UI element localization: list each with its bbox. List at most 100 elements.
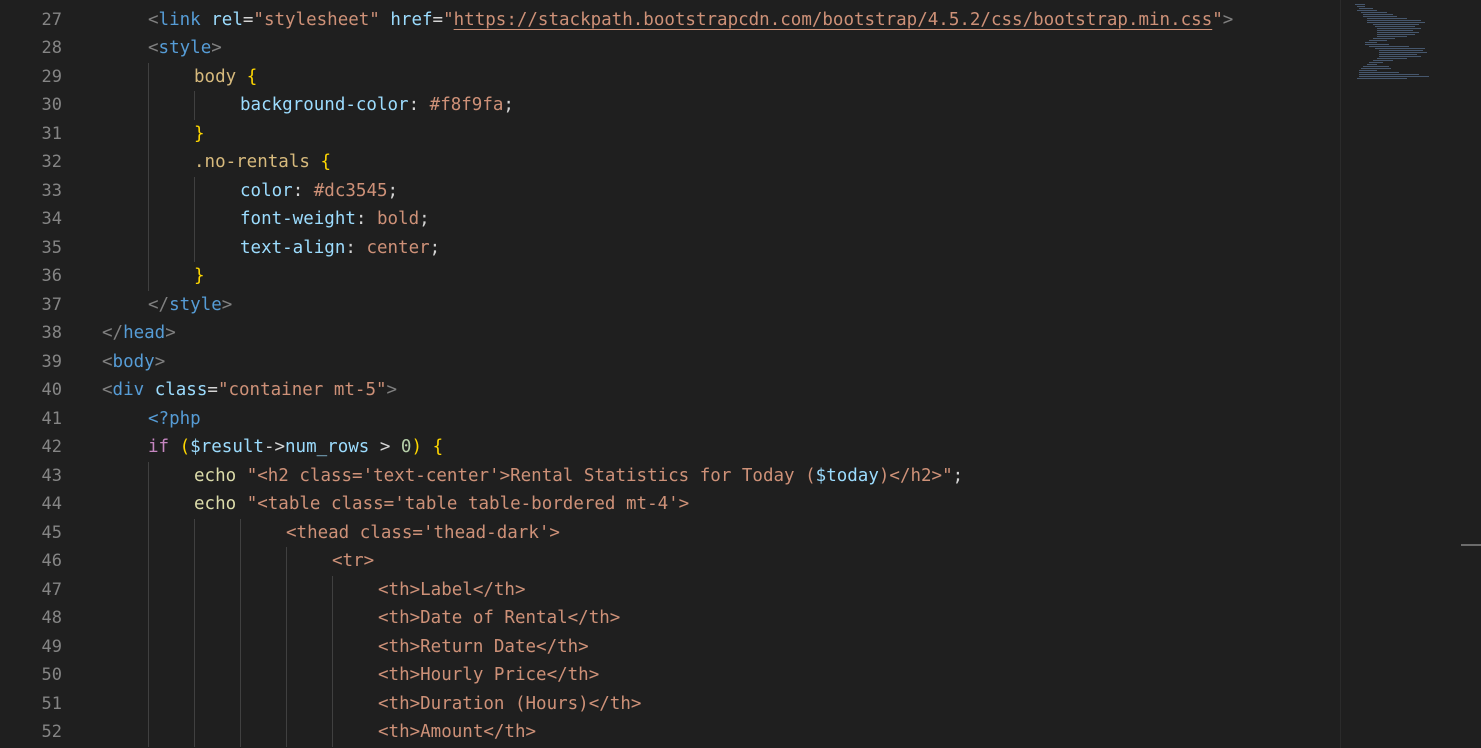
code-text[interactable]: <th>Return Date</th> bbox=[378, 633, 589, 662]
code-text[interactable]: <th>Date of Rental</th> bbox=[378, 604, 620, 633]
scrollbar-thumb[interactable] bbox=[1461, 544, 1481, 546]
code-text[interactable]: <thead class='thead-dark'> bbox=[286, 519, 560, 548]
minimap-line bbox=[1377, 32, 1419, 33]
minimap-line bbox=[1357, 78, 1407, 79]
code-text[interactable]: <th>Amount</th> bbox=[378, 718, 536, 747]
code-line[interactable]: 31} bbox=[0, 119, 1340, 149]
minimap-line bbox=[1375, 48, 1425, 49]
code-text[interactable]: <style> bbox=[148, 34, 222, 63]
line-number: 32 bbox=[41, 152, 62, 172]
indent-guide bbox=[148, 604, 149, 633]
code-line[interactable]: 35 text-align: center; bbox=[0, 233, 1340, 263]
indent-guide bbox=[148, 689, 149, 718]
code-token: ; bbox=[387, 180, 399, 201]
code-line[interactable]: 38 </head> bbox=[0, 319, 1340, 348]
code-line[interactable]: 49 <th>Return Date</th> bbox=[0, 632, 1340, 662]
code-text[interactable]: <th>Hourly Price</th> bbox=[378, 661, 599, 690]
indent-guide bbox=[286, 575, 287, 604]
code-text[interactable]: body { bbox=[194, 63, 257, 92]
code-line[interactable]: 48 <th>Date of Rental</th> bbox=[0, 604, 1340, 633]
code-text[interactable]: if ($result->num_rows > 0) { bbox=[148, 433, 443, 462]
code-line[interactable]: 42 if ($result->num_rows > 0) { bbox=[0, 433, 1340, 462]
code-token: " bbox=[443, 9, 454, 30]
code-line[interactable]: 50 <th>Hourly Price</th> bbox=[0, 661, 1340, 690]
minimap[interactable] bbox=[1340, 0, 1481, 748]
code-token: <th>Amount</th> bbox=[378, 722, 537, 742]
indent-guide bbox=[240, 661, 241, 690]
code-text[interactable]: echo "<table class='table table-bordered… bbox=[194, 490, 689, 519]
minimap-line bbox=[1359, 72, 1399, 73]
code-token: $result bbox=[190, 437, 264, 457]
code-token: { bbox=[432, 437, 444, 457]
code-line[interactable]: 47 <th>Label</th> bbox=[0, 575, 1340, 605]
minimap-line bbox=[1363, 66, 1389, 67]
code-token: "<table class='table table-bordered mt-4… bbox=[246, 494, 690, 514]
code-token: } bbox=[194, 123, 205, 144]
code-text[interactable]: <link rel="stylesheet" href="https://sta… bbox=[148, 6, 1233, 35]
code-text[interactable]: } bbox=[194, 262, 205, 291]
code-text[interactable]: } bbox=[194, 120, 205, 149]
code-editor[interactable]: 27 <link rel="stylesheet" href="https://s… bbox=[0, 0, 1481, 748]
indent-guide bbox=[148, 62, 149, 91]
code-line[interactable]: 52 <th>Amount</th> bbox=[0, 718, 1340, 747]
code-line[interactable]: 28 <style> bbox=[0, 34, 1340, 63]
code-line[interactable]: 27 <link rel="stylesheet" href="https://s… bbox=[0, 6, 1340, 35]
code-line[interactable]: 46 <tr> bbox=[0, 547, 1340, 576]
code-text[interactable]: <th>Label</th> bbox=[378, 576, 526, 605]
code-text[interactable]: text-align: center; bbox=[240, 234, 440, 263]
line-number: 29 bbox=[41, 66, 62, 87]
code-line[interactable]: 39 <body> bbox=[0, 348, 1340, 377]
code-text[interactable]: font-weight: bold; bbox=[240, 205, 430, 234]
code-text[interactable]: <div class="container mt-5"> bbox=[102, 376, 397, 405]
indent-guide bbox=[240, 632, 241, 661]
code-text[interactable]: <th>Duration (Hours)</th> bbox=[378, 690, 641, 719]
code-token: > bbox=[1222, 9, 1234, 30]
code-line[interactable]: 34 font-weight: bold; bbox=[0, 205, 1340, 234]
code-line[interactable]: 51 <th>Duration (Hours)</th> bbox=[0, 689, 1340, 719]
code-line[interactable]: 44 echo "<table class='table table-border… bbox=[0, 490, 1340, 519]
indent-guide bbox=[148, 575, 149, 604]
minimap-line bbox=[1379, 52, 1427, 53]
code-line[interactable]: 29 body { bbox=[0, 62, 1340, 92]
code-token: <th>Return Date</th> bbox=[378, 636, 589, 657]
code-text[interactable]: </head> bbox=[102, 319, 176, 348]
code-line[interactable]: 45 <thead class='thead-dark'> bbox=[0, 518, 1340, 548]
code-token: ( bbox=[179, 437, 191, 457]
indent-guide bbox=[194, 661, 195, 690]
code-token: { bbox=[246, 66, 258, 87]
indent-guide bbox=[148, 176, 149, 205]
code-token: ; bbox=[419, 209, 430, 229]
code-line[interactable]: 32 .no-rentals { bbox=[0, 148, 1340, 177]
code-line[interactable]: 36} bbox=[0, 262, 1340, 291]
minimap-line bbox=[1365, 44, 1389, 45]
code-text[interactable]: <?php bbox=[148, 405, 201, 434]
code-token: div bbox=[112, 380, 145, 400]
code-text[interactable]: color: #dc3545; bbox=[240, 177, 398, 206]
code-token: font-weight bbox=[240, 209, 356, 229]
code-text[interactable]: </style> bbox=[148, 291, 232, 320]
code-token: if bbox=[148, 437, 170, 457]
indent-guide bbox=[286, 689, 287, 718]
indent-guide bbox=[148, 547, 149, 576]
code-text[interactable]: <tr> bbox=[332, 547, 374, 576]
code-line[interactable]: 40 <div class="container mt-5"> bbox=[0, 376, 1340, 405]
line-number: 50 bbox=[41, 665, 62, 685]
code-line[interactable]: 33 color: #dc3545; bbox=[0, 176, 1340, 206]
minimap-line bbox=[1377, 36, 1407, 37]
code-token: <th>Date of Rental</th> bbox=[378, 608, 621, 628]
code-text[interactable]: <body> bbox=[102, 348, 165, 377]
code-token: link bbox=[158, 9, 201, 30]
code-line[interactable]: 43 echo "<h2 class='text-center'>Rental S… bbox=[0, 461, 1340, 491]
line-number: 43 bbox=[41, 465, 62, 486]
code-line[interactable]: 30 background-color: #f8f9fa; bbox=[0, 91, 1340, 120]
code-line[interactable]: 41 <?php bbox=[0, 405, 1340, 434]
code-text[interactable]: .no-rentals { bbox=[194, 148, 331, 177]
code-token: style bbox=[158, 38, 212, 58]
line-number: 47 bbox=[41, 579, 62, 600]
code-text[interactable]: background-color: #f8f9fa; bbox=[240, 91, 514, 120]
code-token: bold bbox=[376, 209, 420, 229]
code-line[interactable]: 37 </style> bbox=[0, 291, 1340, 320]
minimap-line bbox=[1373, 60, 1393, 61]
code-text[interactable]: echo "<h2 class='text-center'>Rental Sta… bbox=[194, 462, 963, 491]
